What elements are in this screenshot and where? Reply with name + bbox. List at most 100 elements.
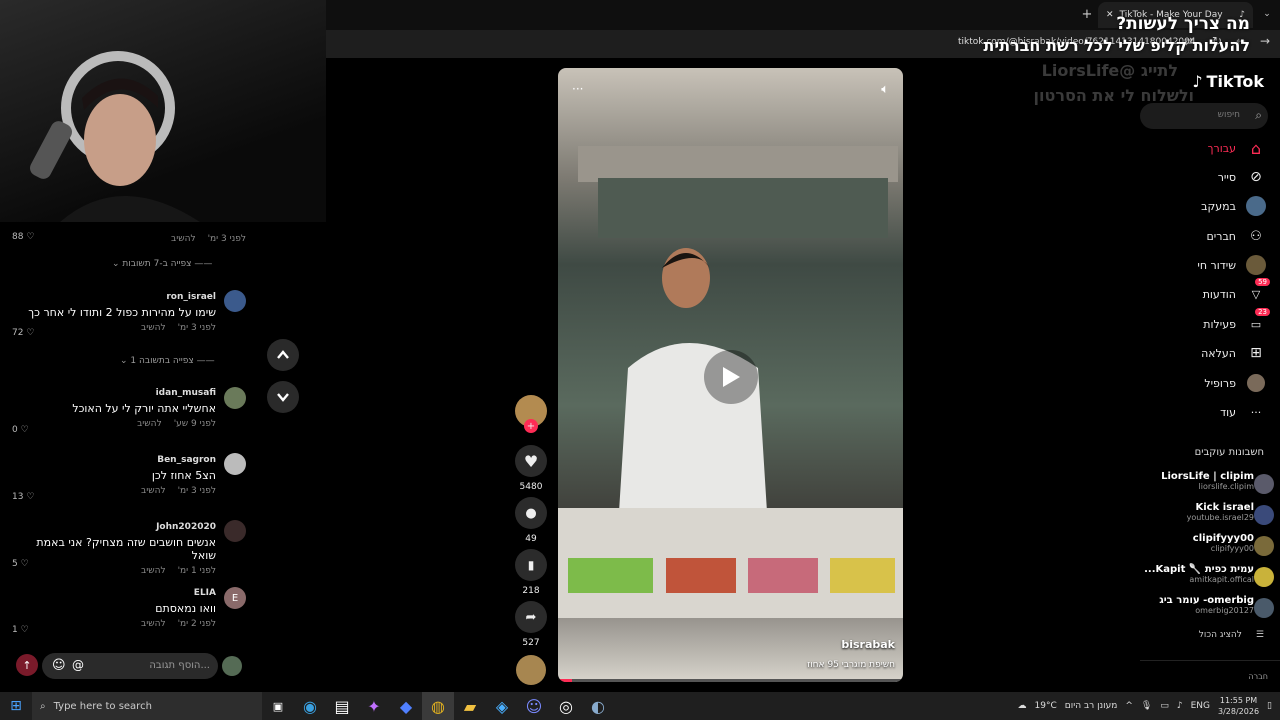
search-icon[interactable]: ⌕ (1255, 108, 1262, 123)
emoji-icon[interactable]: ☺ (52, 658, 66, 673)
live-icon (1246, 255, 1266, 275)
reply-button[interactable]: להשיב (141, 619, 166, 629)
music-disc-avatar[interactable] (516, 655, 546, 685)
weather-text[interactable]: מעונן רב היום (1065, 701, 1118, 711)
nav-item-activity[interactable]: ▭ 23 פעילות (1203, 308, 1270, 334)
tab-search-chevron-icon[interactable]: ⌄ (1258, 6, 1276, 22)
play-button[interactable] (704, 350, 758, 404)
reply-button[interactable]: להשיב (171, 234, 196, 244)
volume-icon[interactable]: 🔈︎ (881, 82, 889, 97)
taskbar-search[interactable]: ⌕ Type here to search (32, 692, 262, 720)
nav-label: הודעות (1202, 287, 1236, 301)
comment-input[interactable]: הוסף תגובה... (149, 660, 210, 671)
comment-username[interactable]: ron_israel (10, 292, 216, 302)
reply-button[interactable]: להשיב (141, 323, 166, 333)
view-replies-button[interactable]: —— צפייה בתשובה 1 ⌄ (120, 356, 215, 366)
language-indicator[interactable]: ENG (1191, 701, 1210, 711)
edge-icon[interactable]: ◉ (294, 692, 326, 720)
network-icon[interactable]: ▭ (1160, 701, 1169, 711)
nav-item-more[interactable]: ··· עוד (1220, 402, 1266, 422)
comment-likes[interactable]: 72 ♡ (12, 328, 34, 338)
more-options-icon[interactable]: ··· (572, 82, 583, 96)
nav-item-explore[interactable]: ⊘ סייר (1218, 167, 1266, 187)
creator-avatar[interactable]: + (513, 395, 549, 433)
comment-likes[interactable]: 5 ♡ (12, 559, 29, 569)
avatar[interactable] (1254, 474, 1274, 494)
search-input[interactable]: חיפוש (1218, 110, 1240, 120)
send-comment-button[interactable]: ↑ (16, 654, 38, 676)
nav-item-messages[interactable]: ▽ 59 הודעות (1202, 278, 1270, 304)
volume-icon[interactable]: ♪ (1177, 701, 1183, 711)
comment-likes[interactable]: 88 ♡ (12, 232, 34, 242)
reply-button[interactable]: להשיב (141, 486, 166, 496)
store-icon[interactable]: ▤ (326, 692, 358, 720)
windows-start-icon[interactable]: ⊞ (0, 692, 32, 720)
tiktok-logo[interactable]: ♪ TikTok (1192, 72, 1264, 91)
nav-item-for-you[interactable]: ⌂ עבורך (1208, 138, 1266, 158)
view-replies-button[interactable]: —— צפייה ב-7 תשובות ⌄ (112, 259, 212, 269)
steam-icon[interactable]: ◐ (582, 692, 614, 720)
like-button[interactable]: ♥ 5480 (513, 445, 549, 492)
tray-chevron-icon[interactable]: ^ (1125, 701, 1133, 711)
obs-icon[interactable]: ◎ (550, 692, 582, 720)
avatar (222, 656, 242, 676)
comment-item: John202020 אנשים חושבים שזה מצחיק? אני ב… (10, 522, 216, 576)
comment-username[interactable]: Ben_sagron (10, 455, 216, 465)
more-icon: ··· (1250, 405, 1262, 419)
nav-item-friends[interactable]: ⚇ חברים (1206, 226, 1266, 246)
following-account[interactable]: clipifyyy00 clipifyyy00 (1193, 533, 1254, 553)
copilot-icon[interactable]: ✦ (358, 692, 390, 720)
avatar[interactable] (1254, 536, 1274, 556)
progress-bar[interactable] (558, 679, 903, 682)
discord-icon[interactable]: ☺ (518, 692, 550, 720)
comment-likes[interactable]: 0 ♡ (12, 425, 29, 435)
nav-item-upload[interactable]: ⊞ העלאה (1201, 343, 1266, 363)
following-account[interactable]: LiorsLife | clipim liorslife.clipim (1161, 471, 1254, 491)
video-player[interactable]: ··· 🔈︎ bisrabak חשיפת מוגרבי 95 אחוז (558, 68, 903, 682)
nav-item-following[interactable]: במעקב (1201, 196, 1266, 216)
notifications-icon[interactable]: ▯ (1267, 701, 1272, 711)
office-icon[interactable]: ◆ (390, 692, 422, 720)
mention-icon[interactable]: @ (72, 658, 84, 672)
following-account[interactable]: Kick israel youtube.israel29 (1187, 502, 1254, 522)
comment-username[interactable]: John202020 (10, 522, 216, 532)
previous-video-button[interactable] (267, 339, 299, 371)
avatar[interactable] (1254, 598, 1274, 618)
comment-button[interactable]: ● 49 (513, 497, 549, 544)
avatar[interactable] (224, 453, 246, 475)
file-explorer-icon[interactable]: ▰ (454, 692, 486, 720)
weather-temp[interactable]: 19°C (1035, 701, 1057, 711)
comment-likes[interactable]: 1 ♡ (12, 625, 29, 635)
comment-likes[interactable]: 13 ♡ (12, 492, 34, 502)
mic-icon[interactable]: 🎙︎ (1141, 701, 1152, 711)
reply-button[interactable]: להשיב (137, 419, 162, 429)
comment-username[interactable]: ELIA (10, 588, 216, 598)
avatar[interactable] (1254, 567, 1274, 587)
show-all-button[interactable]: ☰ להציג הכול (1199, 630, 1264, 640)
next-video-button[interactable] (267, 381, 299, 413)
back-icon[interactable]: → (1260, 34, 1270, 48)
following-account[interactable]: עמית כפית 🥄 Kapit... amitkapit.offical (1144, 564, 1254, 584)
following-account[interactable]: omerbig- עומר ביג omerbig20127 (1159, 595, 1254, 615)
reply-button[interactable]: להשיב (141, 566, 166, 576)
search-box[interactable]: ⌕ חיפוש (1140, 103, 1268, 129)
comment-username[interactable]: idan_musafi (10, 388, 216, 398)
nav-item-profile[interactable]: פרופיל (1204, 373, 1266, 393)
avatar[interactable] (1254, 505, 1274, 525)
share-button[interactable]: ➦ 527 (513, 601, 549, 648)
app-icon[interactable]: ◈ (486, 692, 518, 720)
clock[interactable]: 11:55 PM 3/28/2026 (1218, 695, 1259, 717)
save-button[interactable]: ▮ 218 (513, 549, 549, 596)
follow-plus-icon[interactable]: + (524, 419, 538, 433)
chrome-icon[interactable]: ◍ (422, 692, 454, 720)
task-view-icon[interactable]: ▣ (262, 692, 294, 720)
avatar[interactable] (224, 520, 246, 542)
comment-input-box[interactable]: ☺ @ הוסף תגובה... (42, 653, 218, 679)
avatar[interactable] (224, 387, 246, 409)
video-author[interactable]: bisrabak (841, 638, 895, 651)
footer-link[interactable]: חברה (1248, 672, 1268, 681)
messages-badge: 59 (1255, 278, 1270, 286)
avatar[interactable] (224, 290, 246, 312)
nav-item-live[interactable]: שידור חי (1197, 255, 1266, 275)
avatar[interactable]: E (224, 587, 246, 609)
